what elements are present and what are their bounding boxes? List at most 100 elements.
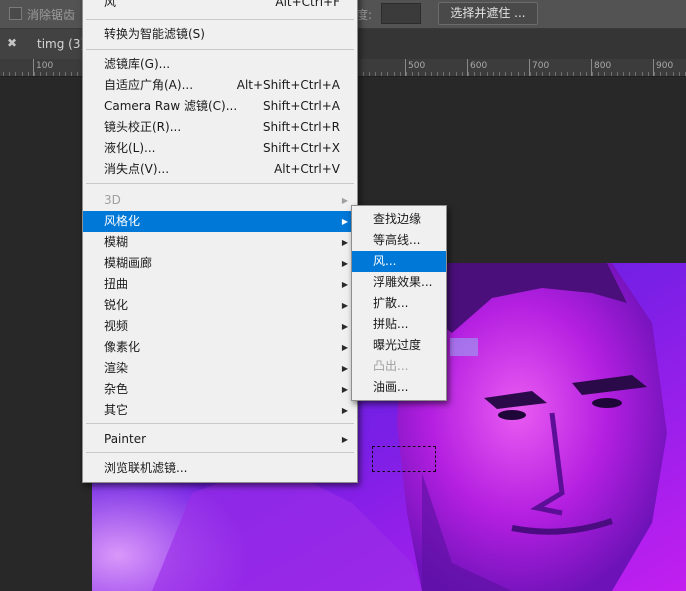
ruler-minor-tick	[406, 72, 407, 76]
submenu-arrow-icon: ▶	[341, 385, 348, 394]
ruler-minor-tick	[672, 72, 674, 76]
ruler-minor-tick	[585, 72, 587, 76]
menu-item-painter[interactable]: Painter ▶	[83, 429, 357, 450]
menu-item-blur-gallery[interactable]: 模糊画廊 ▶	[83, 253, 357, 274]
submenu-item-extrude: 凸出...	[352, 356, 446, 377]
feather-input[interactable]	[381, 3, 421, 24]
selection-marquee[interactable]	[372, 446, 436, 472]
close-icon[interactable]: ✖	[7, 36, 17, 50]
menu-item-label: 渲染	[104, 361, 129, 375]
ruler-minor-tick	[474, 72, 476, 76]
ruler-minor-tick	[523, 72, 525, 76]
menu-item-label: 风	[104, 0, 117, 9]
ruler-minor-tick	[443, 72, 445, 76]
menu-item-sharpen[interactable]: 锐化 ▶	[83, 295, 357, 316]
menu-item-blur[interactable]: 模糊 ▶	[83, 232, 357, 253]
submenu-arrow-icon: ▶	[341, 280, 348, 289]
submenu-arrow-icon: ▶	[341, 322, 348, 331]
ruler-minor-tick	[647, 72, 649, 76]
submenu-item-emboss[interactable]: 浮雕效果...	[352, 272, 446, 293]
menu-item-render[interactable]: 渲染 ▶	[83, 358, 357, 379]
submenu-arrow-icon: ▶	[341, 238, 348, 247]
submenu-item-oil-paint[interactable]: 油画...	[352, 377, 446, 398]
menu-item-label: 其它	[104, 403, 129, 417]
submenu-item-wind[interactable]: 风...	[352, 251, 446, 272]
menu-item-label: 查找边缘	[373, 212, 422, 226]
ruler-minor-tick	[58, 72, 60, 76]
menu-separator	[86, 183, 354, 184]
ruler-label: 700	[532, 61, 550, 71]
menu-item-label: 像素化	[104, 340, 141, 354]
ruler-minor-tick	[480, 72, 482, 76]
ruler-minor-tick	[492, 72, 494, 76]
ruler-minor-tick	[629, 72, 631, 76]
ruler-minor-tick	[567, 72, 569, 76]
ruler-minor-tick	[368, 72, 370, 76]
menu-item-shortcut: Shift+Ctrl+A	[263, 99, 340, 113]
menu-item-label: 浮雕效果...	[373, 275, 433, 289]
submenu-item-solarize[interactable]: 曝光过度	[352, 335, 446, 356]
menu-item-filter-gallery[interactable]: 滤镜库(G)...	[83, 54, 357, 75]
menu-item-adaptive-wide-angle[interactable]: 自适应广角(A)... Alt+Shift+Ctrl+A	[83, 75, 357, 96]
ruler-minor-tick	[375, 72, 376, 76]
menu-item-label: 模糊画廊	[104, 256, 153, 270]
menu-item-lens-correction[interactable]: 镜头校正(R)... Shift+Ctrl+R	[83, 117, 357, 138]
ruler-minor-tick	[517, 72, 519, 76]
ruler-minor-tick	[40, 72, 42, 76]
menu-item-camera-raw[interactable]: Camera Raw 滤镜(C)... Shift+Ctrl+A	[83, 96, 357, 117]
submenu-item-find-edges[interactable]: 查找边缘	[352, 209, 446, 230]
submenu-arrow-icon: ▶	[341, 217, 348, 226]
antialias-checkbox[interactable]	[9, 7, 22, 20]
ruler-minor-tick	[362, 72, 364, 76]
ruler-minor-tick	[511, 72, 513, 76]
submenu-item-trace-contour[interactable]: 等高线...	[352, 230, 446, 251]
submenu-item-diffuse[interactable]: 扩散...	[352, 293, 446, 314]
menu-item-shortcut: Alt+Shift+Ctrl+A	[236, 78, 340, 92]
ruler-minor-tick	[9, 72, 11, 76]
menu-item-label: 视频	[104, 319, 129, 333]
ruler-minor-tick	[65, 72, 66, 76]
submenu-arrow-icon: ▶	[341, 343, 348, 352]
menu-item-label: 油画...	[373, 380, 409, 394]
menu-item-label: 转换为智能滤镜(S)	[104, 27, 205, 41]
submenu-item-tiles[interactable]: 拼贴...	[352, 314, 446, 335]
select-and-mask-button[interactable]: 选择并遮住 ...	[438, 2, 538, 25]
menu-item-pixelate[interactable]: 像素化 ▶	[83, 337, 357, 358]
menu-item-label: Painter	[104, 432, 147, 446]
menu-item-label: 凸出...	[373, 359, 409, 373]
ruler-minor-tick	[71, 72, 73, 76]
menu-item-noise[interactable]: 杂色 ▶	[83, 379, 357, 400]
ruler-minor-tick	[381, 72, 383, 76]
submenu-arrow-icon: ▶	[341, 364, 348, 373]
menu-item-label: 滤镜库(G)...	[104, 57, 171, 71]
menu-item-label: 风格化	[104, 214, 141, 228]
ruler-minor-tick	[660, 72, 662, 76]
submenu-arrow-icon: ▶	[341, 196, 348, 205]
menu-item-other[interactable]: 其它 ▶	[83, 400, 357, 421]
ruler-minor-tick	[461, 72, 463, 76]
ruler-minor-tick	[3, 72, 4, 76]
ruler-minor-tick	[635, 72, 637, 76]
ruler-minor-tick	[536, 72, 538, 76]
ruler-minor-tick	[678, 72, 680, 76]
menu-item-stylize[interactable]: 风格化 ▶	[83, 211, 357, 232]
ruler-minor-tick	[623, 72, 624, 76]
menu-item-convert-smart-filter[interactable]: 转换为智能滤镜(S)	[83, 24, 357, 45]
menu-separator	[86, 19, 354, 20]
antialias-label: 消除锯齿	[27, 8, 76, 22]
menu-item-distort[interactable]: 扭曲 ▶	[83, 274, 357, 295]
menu-item-video[interactable]: 视频 ▶	[83, 316, 357, 337]
ruler-minor-tick	[616, 72, 618, 76]
menu-item-liquify[interactable]: 液化(L)... Shift+Ctrl+X	[83, 138, 357, 159]
menu-item-vanishing-point[interactable]: 消失点(V)... Alt+Ctrl+V	[83, 159, 357, 180]
menu-item-browse-online-filters[interactable]: 浏览联机滤镜...	[83, 458, 357, 479]
ruler-minor-tick	[46, 72, 48, 76]
ruler-minor-tick	[52, 72, 54, 76]
ruler-minor-tick	[573, 72, 575, 76]
menu-item-label: 液化(L)...	[104, 141, 156, 155]
document-tab[interactable]: ✖ timg (3).	[0, 29, 92, 59]
ruler-minor-tick	[437, 72, 438, 76]
menu-item-wind-last[interactable]: 风 Alt+Ctrl+F	[83, 0, 357, 13]
ruler-minor-tick	[548, 72, 550, 76]
ruler-label: 500	[408, 61, 426, 71]
